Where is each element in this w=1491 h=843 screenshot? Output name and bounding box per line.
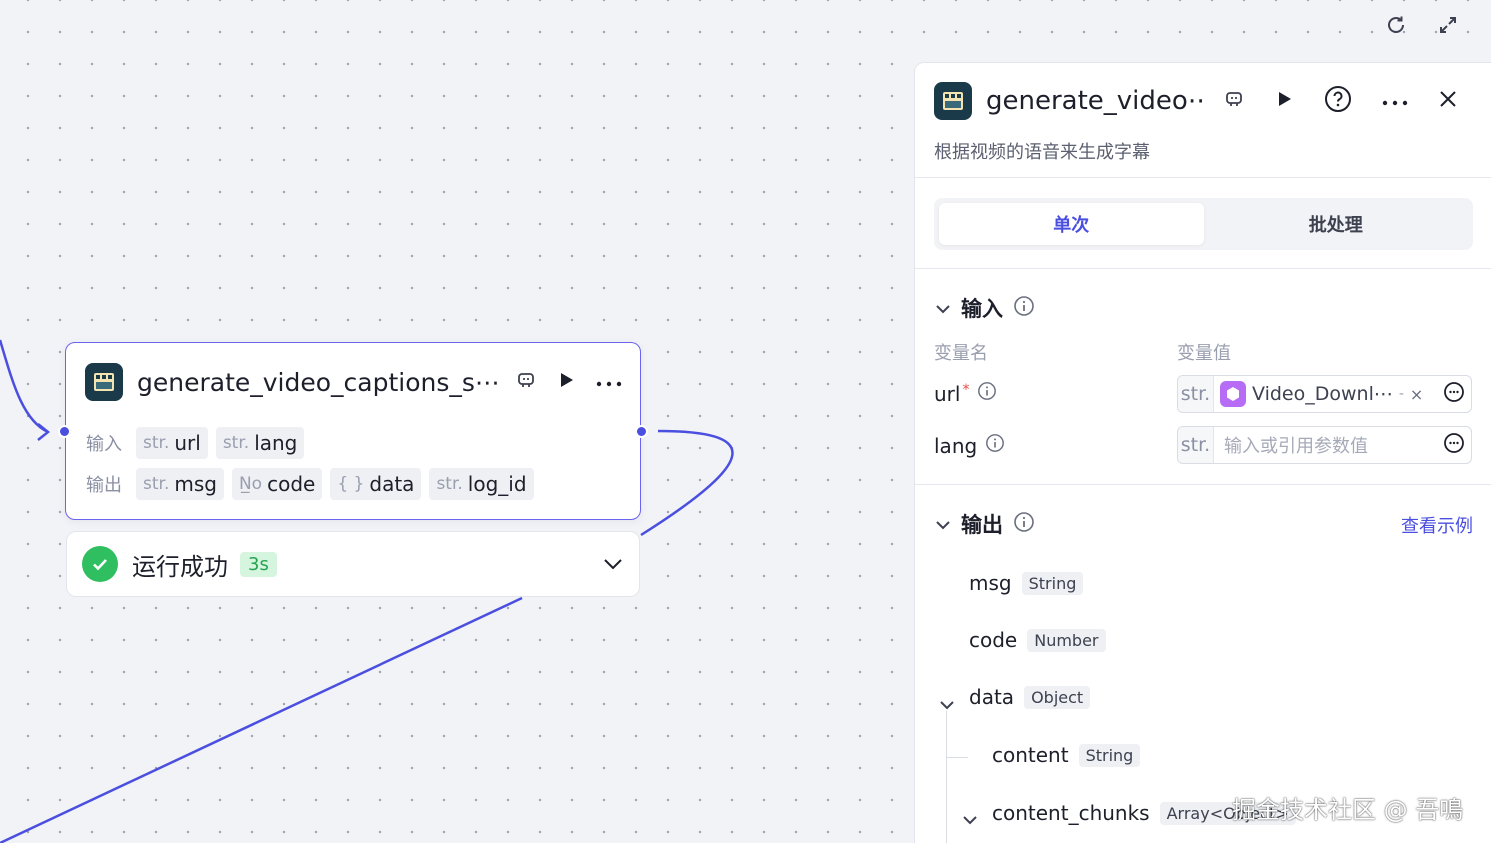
film-plugin-icon (85, 363, 123, 401)
long-wire (0, 596, 523, 843)
reference-chip[interactable]: Video_Downl⋯ - × (1220, 381, 1423, 407)
chevron-down-icon[interactable] (603, 555, 623, 574)
node-outputs: 输出 str. msg N̲o code { } data str. log_id (86, 468, 534, 500)
lang-value-field[interactable]: str. 输入或引用参数值 (1177, 426, 1472, 464)
watermark: 掘金技术社区 @ 吾鳴 (1232, 796, 1464, 824)
debug-icon[interactable] (1224, 89, 1244, 113)
chevron-down-icon[interactable] (935, 515, 951, 534)
input-tag-lang: str. lang (215, 427, 305, 459)
variable-picker-icon[interactable] (1443, 432, 1465, 458)
panel-description: 根据视频的语音来生成字幕 (934, 142, 1150, 163)
node-detail-panel: generate_video⋯ 根据视频的语音来生成字幕 单次 批处理 输入 变… (914, 62, 1491, 843)
chevron-down-icon[interactable] (935, 299, 951, 318)
success-check-icon (82, 546, 118, 582)
clear-icon[interactable]: × (1410, 385, 1423, 404)
film-plugin-icon (934, 82, 972, 120)
output-field-msg: msg String (969, 571, 1084, 595)
plugin-node[interactable]: generate_video_captions_s⋯ 输入 str. url st… (58, 342, 648, 520)
output-port[interactable] (635, 425, 648, 438)
cube-icon (1220, 381, 1246, 407)
info-icon[interactable] (1013, 295, 1035, 321)
help-icon[interactable] (1324, 85, 1352, 117)
var-url: url * (934, 381, 997, 406)
divider (915, 268, 1491, 269)
column-header-value: 变量值 (1177, 343, 1231, 364)
chevron-down-icon[interactable] (939, 695, 955, 714)
tab-batch[interactable]: 批处理 (1204, 203, 1469, 245)
input-section-title: 输入 (961, 297, 1003, 321)
input-tag-url: str. url (136, 427, 208, 459)
output-field-data: data Object (969, 685, 1091, 709)
divider (915, 177, 1491, 178)
more-icon[interactable] (1382, 92, 1408, 111)
input-port[interactable] (58, 425, 71, 438)
run-icon[interactable] (1274, 89, 1294, 113)
var-lang: lang (934, 433, 1005, 458)
variable-picker-icon[interactable] (1443, 381, 1465, 407)
outgoing-wire (640, 429, 734, 537)
output-tag-msg: str. msg (136, 468, 224, 500)
input-section-header[interactable]: 输入 (935, 293, 1035, 323)
outputs-label: 输出 (86, 475, 122, 496)
lang-placeholder: 输入或引用参数值 (1224, 436, 1368, 457)
output-field-code: code Number (969, 628, 1106, 652)
info-icon[interactable] (985, 433, 1005, 458)
column-header-name: 变量名 (934, 343, 988, 364)
view-example-link[interactable]: 查看示例 (1401, 512, 1473, 538)
output-tag-log-id: str. log_id (429, 468, 534, 500)
node-header: generate_video_captions_s⋯ (85, 362, 622, 402)
canvas-toolbar (1383, 12, 1461, 38)
run-icon[interactable] (556, 370, 576, 394)
node-inputs: 输入 str. url str. lang (86, 427, 305, 459)
output-tag-code: N̲o code (231, 468, 323, 500)
duration-badge: 3s (240, 551, 277, 577)
refresh-icon[interactable] (1383, 12, 1409, 38)
url-value-field[interactable]: str. Video_Downl⋯ - × (1177, 375, 1472, 413)
info-icon[interactable] (1013, 511, 1035, 537)
run-status-bar[interactable]: 运行成功 3s (66, 531, 640, 597)
output-tag-data: { } data (330, 468, 422, 500)
incoming-wire (0, 339, 49, 434)
more-icon[interactable] (596, 373, 622, 392)
divider (915, 484, 1491, 485)
incoming-arrow (37, 423, 51, 441)
chevron-down-icon[interactable] (962, 810, 978, 829)
status-text: 运行成功 (132, 552, 228, 581)
tree-line (946, 711, 947, 843)
panel-title: generate_video⋯ (986, 86, 1204, 116)
node-title: generate_video_captions_s⋯ (137, 367, 497, 397)
tab-single[interactable]: 单次 (939, 203, 1204, 245)
tree-line (946, 757, 968, 758)
close-icon[interactable] (1438, 89, 1458, 113)
inputs-label: 输入 (86, 434, 122, 455)
panel-header: generate_video⋯ (934, 81, 1471, 121)
output-section-title: 输出 (961, 513, 1003, 537)
type-label: str. (1178, 427, 1214, 463)
output-section-header[interactable]: 输出 (935, 509, 1035, 539)
output-field-content: content String (992, 743, 1141, 767)
expand-icon[interactable] (1435, 12, 1461, 38)
info-icon[interactable] (977, 381, 997, 406)
mode-segmented-control: 单次 批处理 (934, 198, 1473, 250)
debug-icon[interactable] (516, 370, 536, 394)
type-label: str. (1178, 376, 1214, 412)
